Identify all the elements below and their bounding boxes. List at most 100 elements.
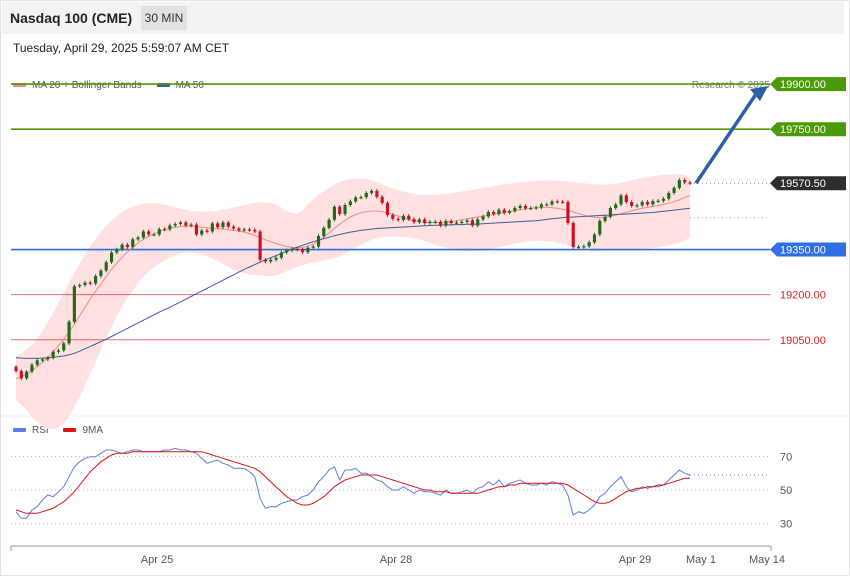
candle-body	[99, 270, 103, 277]
last-price-label: 19570.50	[780, 178, 826, 190]
candle-body	[290, 248, 294, 251]
level-label-19750.00: 19750.00	[780, 124, 826, 136]
candle-body	[380, 196, 384, 203]
candle-body	[131, 239, 135, 248]
candle-body	[269, 259, 273, 262]
candle-body	[359, 197, 363, 199]
candle-body	[412, 219, 416, 223]
candle-body	[88, 282, 92, 284]
candle-body	[385, 202, 390, 215]
candle-body	[619, 195, 623, 205]
candle-body	[614, 204, 618, 209]
candle-body	[343, 205, 347, 215]
candle-body	[316, 235, 321, 247]
rsi-line	[15, 447, 691, 519]
candle-body	[14, 366, 18, 372]
candle-body	[40, 359, 45, 361]
candle-body	[194, 224, 199, 235]
candle-body	[285, 250, 289, 253]
candle-body	[454, 222, 459, 224]
time-axis-label: Apr 28	[380, 554, 412, 566]
candle-body	[216, 223, 220, 228]
candle-body	[688, 182, 692, 184]
candle-body	[460, 221, 464, 224]
candle-body	[667, 192, 671, 199]
rsi-tick-label: 70	[780, 452, 792, 464]
candle-body	[311, 246, 315, 248]
candle-body	[94, 276, 98, 284]
candle-body	[253, 229, 257, 232]
candle-body	[582, 246, 586, 248]
candle-body	[635, 205, 639, 207]
candle-body	[375, 190, 379, 197]
candle-body	[423, 219, 427, 224]
candle-body	[19, 371, 23, 379]
candle-body	[221, 222, 225, 228]
time-axis-label: Apr 25	[141, 554, 173, 566]
candle-body	[78, 285, 82, 287]
candle-body	[523, 205, 528, 209]
candle-body	[561, 201, 565, 203]
candle-body	[518, 205, 522, 209]
level-label-19050.00: 19050.00	[780, 335, 826, 347]
candle-body	[35, 360, 39, 365]
candle-body	[109, 252, 114, 263]
candle-body	[576, 246, 581, 249]
candle-body	[67, 321, 71, 344]
candle-body	[656, 200, 660, 202]
candle-body	[295, 248, 299, 251]
candle-body	[513, 208, 517, 212]
candle-body	[369, 190, 374, 193]
candle-body	[210, 223, 214, 232]
candle-body	[449, 220, 453, 224]
candle-body	[83, 282, 87, 286]
candle-body	[120, 244, 124, 250]
candle-body	[354, 197, 358, 202]
candle-body	[263, 259, 268, 262]
candle-body	[104, 262, 108, 271]
candle-body	[178, 222, 183, 224]
candle-body	[46, 357, 50, 360]
candle-body	[205, 230, 209, 232]
chart-canvas[interactable]: 19900.00 19750.00 19570.50 19350.00 19200.00…	[0, 0, 850, 576]
candle-body	[645, 202, 650, 205]
bollinger-band-area	[16, 174, 690, 430]
candle-body	[401, 215, 405, 221]
candle-body	[529, 208, 533, 210]
candle-body	[327, 219, 331, 228]
candle-body	[630, 202, 634, 206]
candle-body	[677, 180, 681, 188]
candle-body	[51, 351, 55, 358]
candle-body	[173, 223, 177, 226]
level-label-19200.00: 19200.00	[780, 290, 826, 302]
candle-body	[592, 234, 597, 243]
candle-body	[301, 249, 305, 253]
candle-body	[242, 229, 246, 231]
level-label-19350.00: 19350.00	[780, 245, 826, 257]
candle-body	[672, 187, 676, 193]
candle-body	[25, 371, 29, 379]
candle-body	[608, 208, 612, 217]
candle-body	[651, 201, 655, 205]
candle-body	[348, 201, 352, 206]
candle-body	[566, 202, 570, 224]
candle-body	[258, 231, 262, 260]
candle-body	[62, 343, 66, 351]
candle-body	[661, 198, 666, 201]
candle-body	[168, 225, 172, 230]
candle-body	[247, 229, 252, 231]
candle-body	[438, 221, 443, 226]
candle-body	[322, 227, 326, 236]
candle-body	[72, 286, 76, 322]
candle-body	[683, 180, 687, 183]
candle-body	[306, 247, 310, 253]
candle-body	[141, 231, 145, 238]
candle-body	[184, 222, 188, 226]
candle-body	[232, 226, 236, 229]
candle-body	[396, 218, 400, 221]
candle-body	[163, 229, 167, 231]
candle-body	[56, 350, 61, 352]
candle-body	[125, 244, 130, 248]
candle-body	[417, 219, 421, 223]
candle-body	[507, 211, 512, 213]
